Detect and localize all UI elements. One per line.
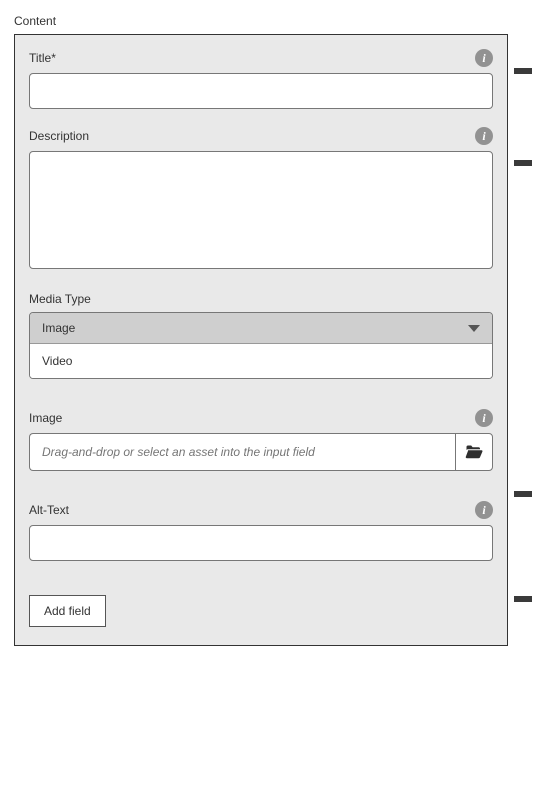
title-input[interactable] (29, 73, 493, 109)
description-input[interactable] (29, 151, 493, 269)
annotation-tick (514, 491, 532, 497)
add-field-button[interactable]: Add field (29, 595, 106, 627)
info-icon[interactable]: i (475, 49, 493, 67)
field-description: Description i (29, 127, 493, 274)
annotation-tick (514, 596, 532, 602)
field-title: Title* i (29, 49, 493, 109)
section-label: Content (14, 14, 527, 28)
info-icon[interactable]: i (475, 127, 493, 145)
dropdown-selected[interactable]: Image (30, 313, 492, 344)
alt-text-input[interactable] (29, 525, 493, 561)
dropdown-selected-text: Image (42, 321, 75, 335)
folder-open-icon (465, 444, 483, 460)
annotation-tick (514, 68, 532, 74)
dropdown-option[interactable]: Video (30, 344, 492, 378)
image-asset-input[interactable] (29, 433, 455, 471)
field-alt-text: Alt-Text i (29, 501, 493, 561)
media-type-label: Media Type (29, 292, 91, 306)
field-image: Image i (29, 409, 493, 471)
browse-asset-button[interactable] (455, 433, 493, 471)
field-media-type: Media Type Image Video (29, 292, 493, 379)
content-panel: Title* i Description i Media Type Image (14, 34, 508, 646)
chevron-down-icon (468, 325, 480, 332)
media-type-dropdown[interactable]: Image Video (29, 312, 493, 379)
alt-text-label: Alt-Text (29, 503, 69, 517)
title-label: Title* (29, 51, 56, 65)
info-icon[interactable]: i (475, 501, 493, 519)
annotation-tick (514, 160, 532, 166)
description-label: Description (29, 129, 89, 143)
info-icon[interactable]: i (475, 409, 493, 427)
image-label: Image (29, 411, 62, 425)
